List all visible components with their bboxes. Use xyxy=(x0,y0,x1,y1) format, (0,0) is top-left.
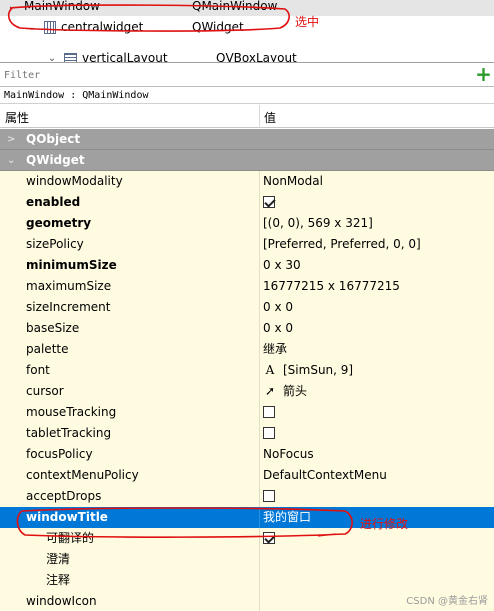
category-label: QObject xyxy=(26,132,81,146)
property-value[interactable] xyxy=(260,570,494,591)
property-row-font[interactable]: > font A[SimSun, 9] xyxy=(0,360,494,381)
property-row-tablettracking[interactable]: tabletTracking xyxy=(0,423,494,444)
property-name: contextMenuPolicy xyxy=(0,465,259,486)
category-qwidget[interactable]: ⌄ QWidget xyxy=(0,150,494,171)
property-value[interactable]: [Preferred, Preferred, 0, 0] xyxy=(260,234,494,255)
property-name: windowTitle xyxy=(0,507,259,528)
property-name: windowIcon xyxy=(0,591,259,611)
translatable-checkbox[interactable] xyxy=(263,531,275,544)
property-row-translatable[interactable]: 可翻译的 xyxy=(0,528,494,549)
chevron-right-icon[interactable]: > xyxy=(7,129,15,150)
property-value: 箭头 xyxy=(283,384,308,398)
object-inspector-tree: ⌄ MainWindow QMainWindow ⌄ centralwidget… xyxy=(0,0,494,63)
property-name: focusPolicy xyxy=(0,444,259,465)
property-row-basesize[interactable]: > baseSize 0 x 0 xyxy=(0,318,494,339)
property-value[interactable]: 0 x 30 xyxy=(260,255,494,276)
property-name: 澄清 xyxy=(0,549,259,570)
property-row-comment[interactable]: 注释 xyxy=(0,570,494,591)
tree-item-class: QMainWindow xyxy=(192,0,278,13)
mousetracking-checkbox[interactable] xyxy=(263,405,275,418)
enabled-checkbox[interactable] xyxy=(263,195,275,208)
property-value[interactable]: NonModal xyxy=(260,171,494,192)
tree-row-mainwindow[interactable]: ⌄ MainWindow QMainWindow xyxy=(0,0,494,16)
property-value: [SimSun, 9] xyxy=(283,363,354,377)
font-icon: A xyxy=(265,363,275,377)
property-row-contextmenupolicy[interactable]: contextMenuPolicy DefaultContextMenu xyxy=(0,465,494,486)
property-name: geometry xyxy=(0,213,259,234)
property-name: 注释 xyxy=(0,570,259,591)
header-divider xyxy=(259,105,260,128)
property-row-maximumsize[interactable]: > maximumSize 16777215 x 16777215 xyxy=(0,276,494,297)
annotation-selected-label: 选中 xyxy=(295,15,320,29)
property-grid: > QObject ⌄ QWidget windowModality NonMo… xyxy=(0,129,494,611)
property-value[interactable]: 继承 xyxy=(260,339,494,360)
annotation-edit-label: 进行修改 xyxy=(360,517,409,531)
chevron-down-icon[interactable]: ⌄ xyxy=(7,150,15,171)
tree-row-verticallayout[interactable]: ⌄ verticalLayout QVBoxLayout xyxy=(0,48,494,63)
chevron-down-icon[interactable]: ⌄ xyxy=(6,1,18,12)
acceptdrops-checkbox[interactable] xyxy=(263,489,275,502)
chevron-down-icon[interactable]: ⌄ xyxy=(26,22,38,33)
filter-input[interactable] xyxy=(2,65,474,85)
property-value[interactable]: NoFocus xyxy=(260,444,494,465)
property-value[interactable]: 0 x 0 xyxy=(260,297,494,318)
property-row-disambiguation[interactable]: 澄清 xyxy=(0,549,494,570)
add-dynamic-property-button[interactable]: + xyxy=(475,64,492,85)
property-name: sizeIncrement xyxy=(0,297,259,318)
property-name: sizePolicy xyxy=(0,234,259,255)
property-row-mousetracking[interactable]: mouseTracking xyxy=(0,402,494,423)
property-name: windowModality xyxy=(0,171,259,192)
tablettracking-checkbox[interactable] xyxy=(263,426,275,439)
property-name: cursor xyxy=(0,381,259,402)
header-value[interactable]: 值 xyxy=(264,109,276,126)
property-row-cursor[interactable]: cursor ➚ 箭头 xyxy=(0,381,494,402)
property-row-sizeincrement[interactable]: > sizeIncrement 0 x 0 xyxy=(0,297,494,318)
property-row-windowmodality[interactable]: windowModality NonModal xyxy=(0,171,494,192)
property-filter-bar: + xyxy=(0,63,494,87)
property-name: font xyxy=(0,360,259,381)
property-row-focuspolicy[interactable]: focusPolicy NoFocus xyxy=(0,444,494,465)
property-name: tabletTracking xyxy=(0,423,259,444)
property-row-sizepolicy[interactable]: > sizePolicy [Preferred, Preferred, 0, 0… xyxy=(0,234,494,255)
tree-item-class: QWidget xyxy=(192,20,244,34)
property-value[interactable]: DefaultContextMenu xyxy=(260,465,494,486)
property-name: acceptDrops xyxy=(0,486,259,507)
property-value[interactable]: [(0, 0), 569 x 321] xyxy=(260,213,494,234)
tree-row-centralwidget[interactable]: ⌄ centralwidget QWidget xyxy=(0,17,494,37)
property-value[interactable] xyxy=(260,549,494,570)
watermark: CSDN @黄金右肾 xyxy=(406,596,488,607)
layout-icon xyxy=(64,52,77,62)
object-class-label: MainWindow : QMainWindow xyxy=(0,87,494,104)
tree-item-name: MainWindow xyxy=(24,0,100,13)
category-qobject[interactable]: > QObject xyxy=(0,129,494,150)
tree-item-name: centralwidget xyxy=(61,20,144,34)
property-name: minimumSize xyxy=(0,255,259,276)
property-table-header: 属性 值 xyxy=(0,105,494,128)
property-name: baseSize xyxy=(0,318,259,339)
property-name: mouseTracking xyxy=(0,402,259,423)
property-name: palette xyxy=(0,339,259,360)
category-label: QWidget xyxy=(26,153,85,167)
widget-icon xyxy=(44,20,56,34)
property-row-acceptdrops[interactable]: acceptDrops xyxy=(0,486,494,507)
chevron-down-icon[interactable]: ⌄ xyxy=(46,53,58,63)
arrow-cursor-icon: ➚ xyxy=(264,384,276,398)
property-name: enabled xyxy=(0,192,259,213)
property-row-enabled[interactable]: enabled xyxy=(0,192,494,213)
property-row-windowtitle[interactable]: ⌄ windowTitle 我的窗口 xyxy=(0,507,494,528)
property-row-palette[interactable]: palette 继承 xyxy=(0,339,494,360)
property-name: maximumSize xyxy=(0,276,259,297)
property-row-minimumsize[interactable]: > minimumSize 0 x 30 xyxy=(0,255,494,276)
property-value[interactable]: 16777215 x 16777215 xyxy=(260,276,494,297)
tree-item-class: QVBoxLayout xyxy=(216,51,297,63)
tree-item-name: verticalLayout xyxy=(82,51,168,63)
property-name: 可翻译的 xyxy=(0,528,259,549)
property-row-geometry[interactable]: > geometry [(0, 0), 569 x 321] xyxy=(0,213,494,234)
property-value[interactable]: 0 x 0 xyxy=(260,318,494,339)
header-property[interactable]: 属性 xyxy=(5,109,29,126)
